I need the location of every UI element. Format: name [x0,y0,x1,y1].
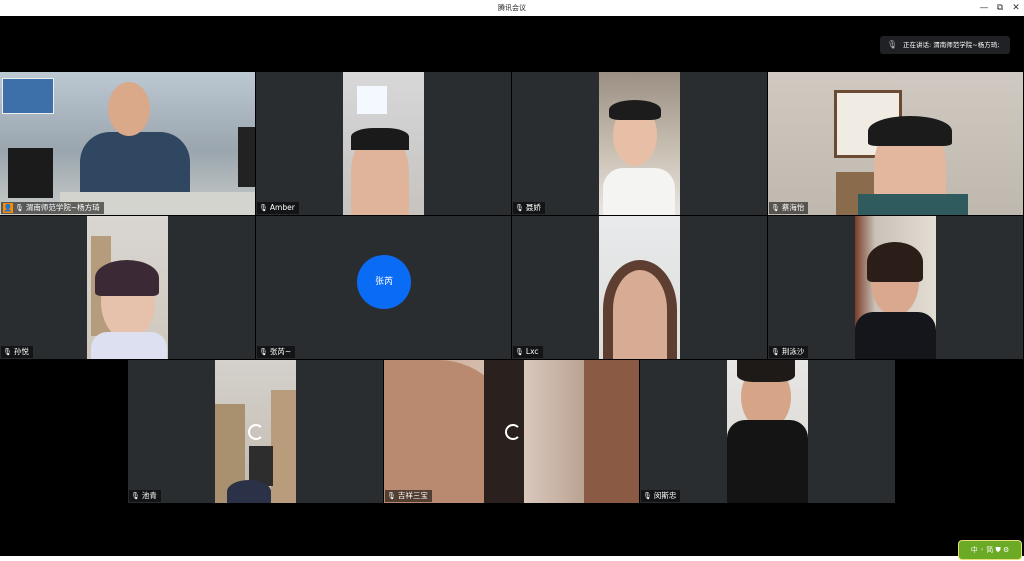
video-tile[interactable]: 🎙 聂娇 [512,72,767,215]
participant-name: 聂娇 [525,203,541,212]
video-feed [0,72,255,215]
participant-name: 渭南师范学院~杨方琦 [25,203,100,212]
monitor [8,148,53,198]
bottom-bar [0,556,1024,561]
video-feed [768,72,1023,215]
participant-nameplate: 🎙 荆泳沙 [769,346,809,358]
mic-icon: 🎙 [771,348,780,356]
host-icon: 👤 [3,203,13,213]
restore-button[interactable]: ⧉ [992,0,1008,16]
mic-icon: 🎙 [515,204,524,212]
participant-name: 张芮~ [269,347,292,356]
participant-nameplate: 🎙 聂娇 [513,202,545,214]
video-feed [599,72,680,215]
person-head [227,480,271,503]
loading-spinner-icon [505,424,521,440]
ceiling-light [357,86,387,114]
participant-name: Amber [269,203,295,212]
minimize-button[interactable]: — [976,0,992,16]
door [584,360,639,503]
participant-nameplate: 🎙 孙悦 [1,346,33,358]
video-feed [727,360,808,503]
person-hair [737,360,795,382]
window-title: 腾讯会议 [498,4,526,12]
participant-nameplate: 🎙 Amber [257,202,299,214]
chair [238,127,255,187]
mic-icon: 🎙 [771,204,780,212]
video-tile[interactable]: 🎙 荆泳沙 [768,216,1023,359]
video-tile[interactable]: 🎙 Lxc [512,216,767,359]
participant-nameplate: 👤 🎙 渭南师范学院~杨方琦 [1,202,104,214]
title-bar: 腾讯会议 — ⧉ ✕ [0,0,1024,16]
input-method-badge[interactable]: 中 ◦ 简 ⛊ ⚙ [958,540,1022,560]
person-hair [609,100,661,120]
speaking-text: 正在讲话: 渭南师范学院~杨方琦; [903,41,1000,49]
wall-map [2,78,54,114]
person-hair [867,242,923,282]
participant-name: 蔡海怡 [781,203,805,212]
close-button[interactable]: ✕ [1008,0,1024,16]
avatar: 张芮 [357,255,411,309]
participant-name: Lxc [525,347,539,356]
speaking-indicator: 🎙 正在讲话: 渭南师范学院~杨方琦; [880,36,1010,54]
person-hair [95,260,159,296]
participant-nameplate: 🎙 池青 [129,490,161,502]
mic-icon: 🎙 [131,492,140,500]
mic-icon: 🎙 [259,348,268,356]
video-tile[interactable]: 👤 🎙 渭南师范学院~杨方琦 [0,72,255,215]
participant-name: 池青 [141,491,157,500]
video-tile[interactable]: 🎙 孙悦 [0,216,255,359]
mic-icon: 🎙 [643,492,652,500]
mic-icon: 🎙 [3,348,12,356]
participant-nameplate: 🎙 闵斯忠 [641,490,681,502]
participant-nameplate: 🎙 蔡海怡 [769,202,809,214]
person-hair [868,116,952,146]
video-feed [599,216,680,359]
loading-spinner-icon [248,424,264,440]
video-tile[interactable]: 🎙 蔡海怡 [768,72,1023,215]
person-body [727,420,808,503]
video-tile[interactable]: 🎙 吉祥三宝 [384,360,639,503]
bookshelf [271,390,296,503]
mic-icon: 🎙 [387,492,396,500]
person-hair [351,128,409,150]
person-hair [603,260,677,359]
participant-nameplate: 🎙 Lxc [513,346,543,358]
participant-nameplate: 🎙 吉祥三宝 [385,490,432,502]
video-feed [855,216,936,359]
person-body [91,332,167,359]
video-feed [343,72,424,215]
participant-name: 吉祥三宝 [397,491,428,500]
video-feed [87,216,168,359]
mic-icon: 🎙 [15,204,24,212]
mic-icon: 🎙 [515,348,524,356]
mic-icon: 🎙 [259,204,268,212]
participant-name: 闵斯忠 [653,491,677,500]
video-tile[interactable]: 🎙 池青 [128,360,383,503]
person-body [858,194,968,215]
video-tile[interactable]: 张芮 🎙 张芮~ [256,216,511,359]
participant-nameplate: 🎙 张芮~ [257,346,296,358]
mic-icon: 🎙 [887,40,898,49]
person-face [108,82,150,136]
video-tile[interactable]: 🎙 Amber [256,72,511,215]
participant-name: 荆泳沙 [781,347,805,356]
person-body [855,312,936,359]
video-tile[interactable]: 🎙 闵斯忠 [640,360,895,503]
participant-name: 孙悦 [13,347,29,356]
person-body [603,168,675,215]
